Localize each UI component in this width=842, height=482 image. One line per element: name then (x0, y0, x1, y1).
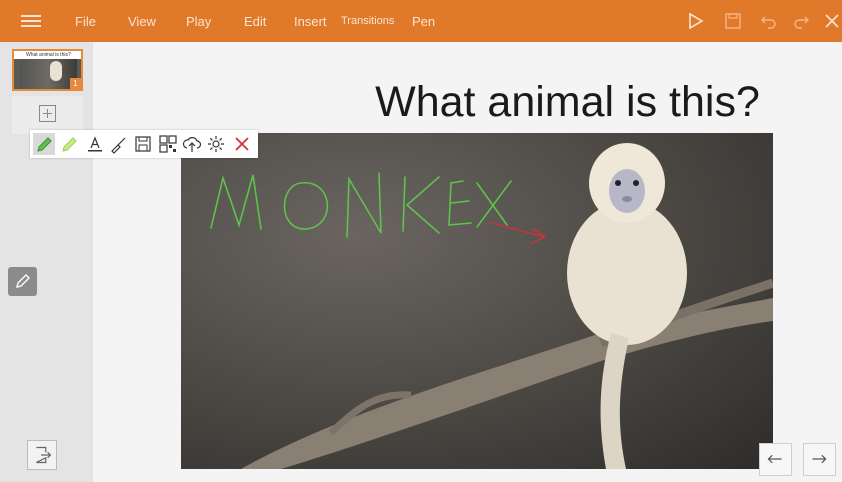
slide-thumbnail-title: What animal is this? (14, 51, 81, 59)
close-icon[interactable] (231, 133, 253, 155)
arrow-right-icon (812, 454, 827, 464)
exit-icon (36, 446, 52, 464)
menu-bar: File View Play Edit Insert Transitions P… (0, 0, 842, 42)
monkey-photo (181, 133, 773, 469)
menu-edit[interactable]: Edit (244, 0, 266, 42)
pen-toolbar (30, 130, 258, 158)
menu-view[interactable]: View (128, 0, 156, 42)
slide-thumbnail[interactable]: What animal is this? 1 (12, 49, 83, 91)
add-slide-button[interactable] (12, 96, 83, 134)
close-icon[interactable] (822, 11, 842, 31)
handwriting-layer (210, 172, 547, 244)
slide-number-badge: 1 (70, 78, 81, 89)
arrow-left-icon (767, 454, 782, 464)
undo-icon[interactable] (759, 11, 779, 31)
save-icon[interactable] (723, 11, 743, 31)
exit-button[interactable] (27, 440, 57, 470)
play-icon[interactable] (686, 11, 706, 31)
cloud-upload-icon[interactable] (181, 133, 203, 155)
eraser-icon[interactable] (108, 133, 130, 155)
save-icon[interactable] (132, 133, 154, 155)
text-color-icon[interactable] (84, 133, 106, 155)
slide-title: What animal is this? (375, 78, 760, 126)
menu-pen[interactable]: Pen (412, 0, 435, 42)
highlighter-icon[interactable] (58, 133, 80, 155)
slide-thumbnail-monkey (50, 61, 62, 81)
redo-icon[interactable] (791, 11, 811, 31)
menu-insert[interactable]: Insert (294, 0, 327, 42)
slide-thumbnail-image (20, 59, 77, 89)
pencil-icon (16, 274, 30, 288)
next-slide-button[interactable] (803, 443, 836, 476)
previous-slide-button[interactable] (759, 443, 792, 476)
pen-tool-button[interactable] (8, 267, 37, 296)
pen-icon[interactable] (33, 133, 55, 155)
menu-transitions[interactable]: Transitions (341, 0, 394, 42)
settings-icon[interactable] (205, 133, 227, 155)
plus-icon (39, 105, 56, 122)
qr-code-icon[interactable] (157, 133, 179, 155)
menu-play[interactable]: Play (186, 0, 211, 42)
hamburger-menu-icon[interactable] (21, 12, 41, 30)
menu-file[interactable]: File (75, 0, 96, 42)
